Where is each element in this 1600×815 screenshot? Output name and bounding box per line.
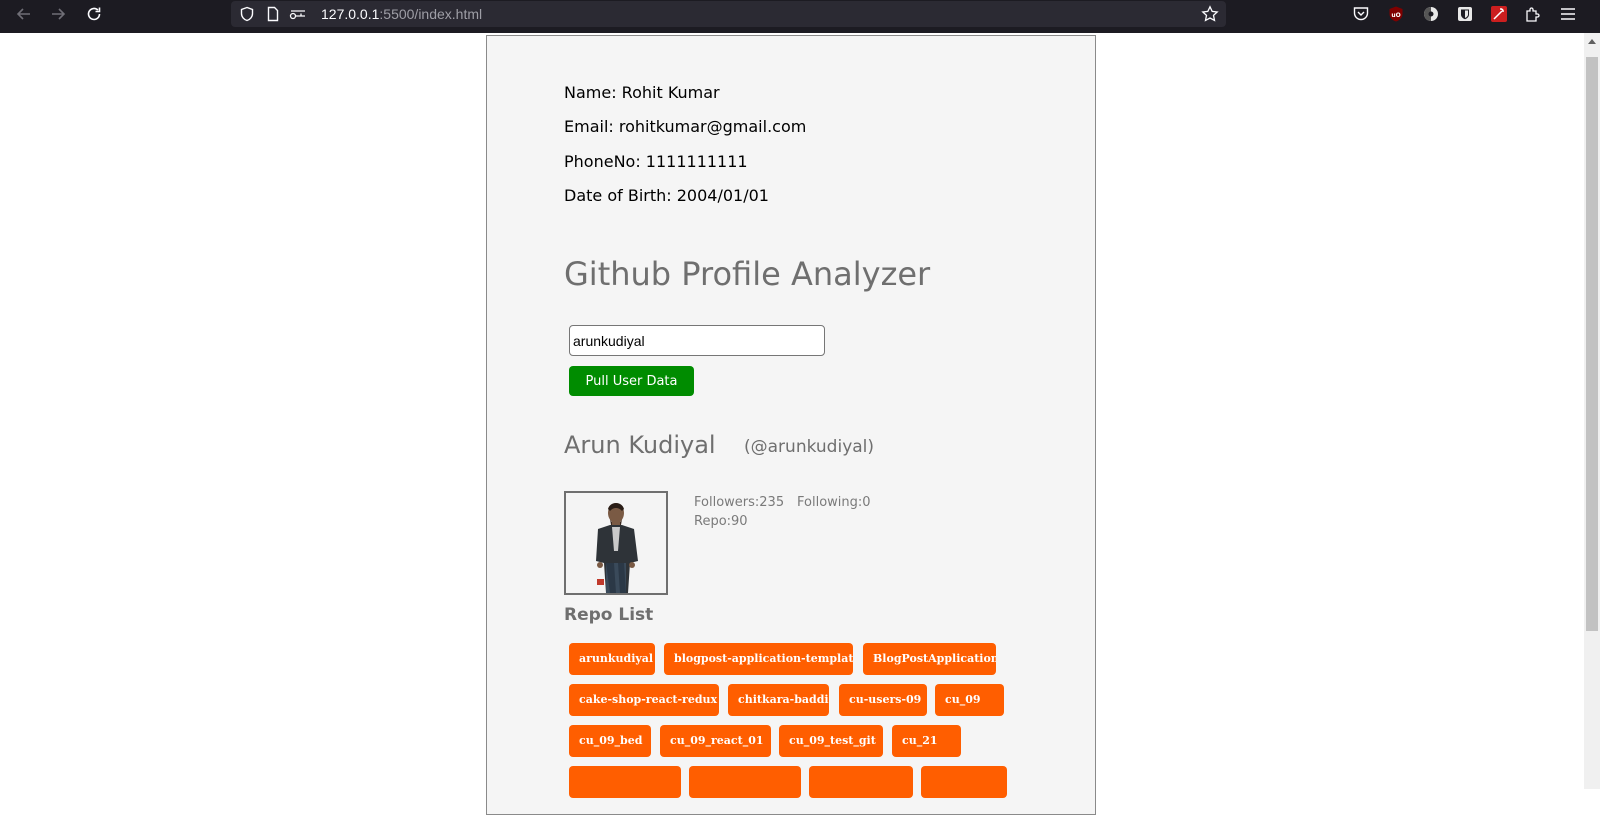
wand-extension-button[interactable]	[1490, 5, 1508, 23]
scroll-up-arrow-icon[interactable]	[1588, 39, 1596, 44]
ublock-button[interactable]: uO	[1387, 5, 1405, 23]
username-input[interactable]	[569, 325, 825, 356]
url-path: :5500/index.html	[379, 6, 483, 22]
app-menu-button[interactable]	[1559, 5, 1577, 23]
bookmark-star-icon[interactable]	[1201, 5, 1219, 23]
dob-line: Date of Birth: 2004/01/01	[564, 186, 769, 205]
reload-button[interactable]	[80, 0, 108, 28]
repo-count: Repo:90	[694, 514, 748, 529]
following-count: Following:0	[797, 495, 871, 510]
url-host: 127.0.0.1	[321, 6, 380, 22]
repo-tag[interactable]: cu_09_react_01	[660, 725, 771, 757]
back-arrow-icon	[16, 8, 30, 20]
svg-text:uO: uO	[1391, 12, 1400, 19]
avatar-photo-icon	[566, 493, 666, 593]
repo-tag-partial[interactable]	[921, 766, 1007, 798]
extensions-button[interactable]	[1524, 5, 1542, 23]
repo-tag[interactable]: arunkudiyal	[569, 643, 655, 675]
extensions-puzzle-icon	[1526, 7, 1540, 22]
repo-tag[interactable]: cu_09	[935, 684, 1004, 716]
reload-icon	[87, 7, 101, 21]
privacy-badger-icon	[1424, 7, 1438, 21]
pocket-icon	[1353, 7, 1369, 21]
back-button[interactable]	[10, 0, 38, 28]
followers-count: Followers:235	[694, 495, 785, 510]
url-bar[interactable]: 127.0.0.1:5500/index.html	[231, 1, 1226, 27]
repo-tag[interactable]: cu-users-09	[839, 684, 927, 716]
pocket-button[interactable]	[1352, 5, 1370, 23]
page-icon[interactable]	[265, 6, 281, 22]
github-user-name: Arun Kudiyal	[564, 431, 716, 459]
repo-tag[interactable]: cu_09_bed	[569, 725, 651, 757]
permissions-icon[interactable]	[289, 6, 307, 22]
repo-tag[interactable]: chitkara-baddi	[728, 684, 829, 716]
repo-tag[interactable]: BlogPostApplication	[863, 643, 996, 675]
repo-tag-partial[interactable]	[809, 766, 913, 798]
repo-tag-partial[interactable]	[689, 766, 801, 798]
ublock-icon: uO	[1389, 6, 1403, 22]
page-title: Github Profile Analyzer	[564, 255, 931, 293]
email-line: Email: rohitkumar@gmail.com	[564, 117, 807, 136]
page-scrollbar[interactable]	[1584, 33, 1600, 789]
avatar	[564, 491, 668, 595]
github-user-handle: (@arunkudiyal)	[744, 437, 875, 457]
browser-toolbar: 127.0.0.1:5500/index.html uO	[0, 0, 1600, 33]
wand-extension-icon	[1491, 6, 1507, 22]
name-line: Name: Rohit Kumar	[564, 83, 720, 102]
menu-hamburger-icon	[1561, 8, 1575, 20]
repo-list-title: Repo List	[564, 605, 654, 625]
phone-line: PhoneNo: 1111111111	[564, 152, 748, 171]
scroll-thumb[interactable]	[1586, 57, 1598, 631]
shield-icon[interactable]	[239, 6, 255, 22]
forward-button[interactable]	[44, 0, 72, 28]
url-text[interactable]: 127.0.0.1:5500/index.html	[321, 6, 482, 22]
repo-tag[interactable]: cu_09_test_git	[779, 725, 883, 757]
bitwarden-button[interactable]	[1456, 5, 1474, 23]
pull-user-data-button[interactable]: Pull User Data	[569, 366, 694, 396]
repo-tag-partial[interactable]	[569, 766, 681, 798]
repo-tag[interactable]: cu_21	[892, 725, 961, 757]
privacy-badger-button[interactable]	[1422, 5, 1440, 23]
bitwarden-icon	[1458, 7, 1472, 21]
forward-arrow-icon	[52, 8, 66, 20]
profile-card: Name: Rohit Kumar Email: rohitkumar@gmai…	[486, 35, 1096, 815]
repo-tag[interactable]: blogpost-application-template	[664, 643, 853, 675]
repo-tag[interactable]: cake-shop-react-redux	[569, 684, 719, 716]
